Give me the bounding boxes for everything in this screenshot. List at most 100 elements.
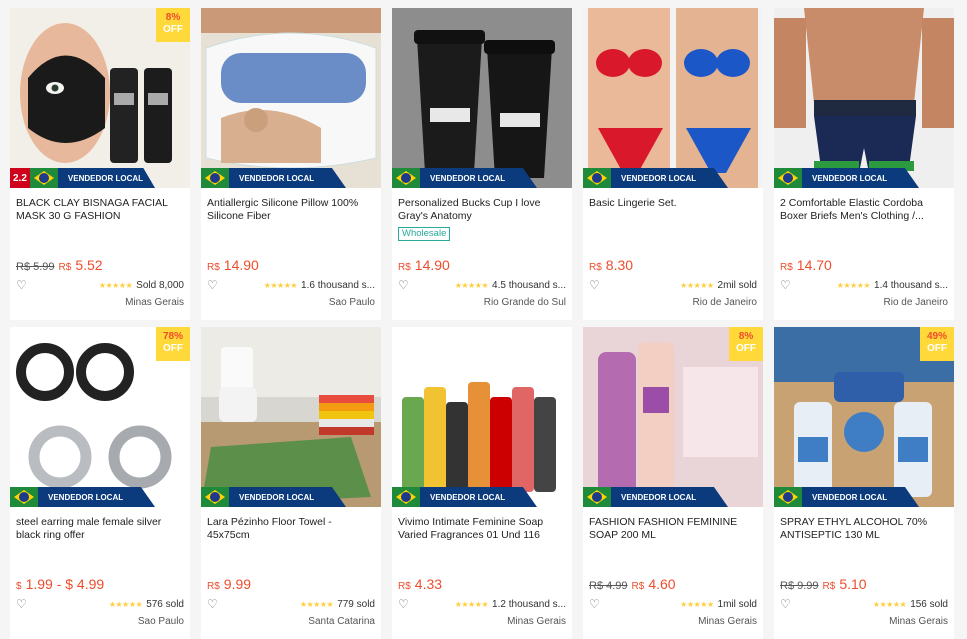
currency-symbol: R$: [780, 262, 793, 273]
product-image[interactable]: VENDEDOR LOCAL: [774, 8, 954, 188]
seller-label: VENDEDOR LOCAL: [229, 168, 346, 188]
product-image[interactable]: VENDEDOR LOCAL: [392, 327, 572, 507]
product-card[interactable]: 8% OFF 2.2 VENDEDOR LOCAL BLACK CLAY BIS…: [10, 8, 190, 320]
product-title[interactable]: Basic Lingerie Set.: [589, 197, 757, 223]
seller-location: Rio de Janeiro: [692, 297, 757, 308]
rating-stars-icon: ★★★★★: [263, 280, 298, 290]
product-card[interactable]: VENDEDOR LOCAL Basic Lingerie Set. R$ 8.…: [583, 8, 763, 320]
towel-product-image: [201, 327, 381, 507]
sold-count: 1.6 thousand s...: [301, 279, 375, 291]
discount-off-label: OFF: [163, 24, 183, 35]
brazil-flag-icon: [392, 168, 420, 188]
product-image[interactable]: 49% OFF VENDEDOR LOCAL: [774, 327, 954, 507]
currency-symbol: R$: [207, 262, 220, 273]
heart-icon[interactable]: ♡: [780, 279, 792, 291]
product-image[interactable]: VENDEDOR LOCAL: [201, 8, 381, 188]
local-seller-banner: VENDEDOR LOCAL: [392, 168, 537, 188]
product-title[interactable]: Personalized Bucks Cup I love Gray's Ana…: [398, 197, 566, 223]
product-title[interactable]: FASHION FASHION FEMININE SOAP 200 ML: [589, 516, 757, 542]
heart-icon[interactable]: ♡: [16, 598, 28, 610]
current-price: 8.30: [605, 257, 634, 273]
rating-stars-icon: ★★★★★: [454, 599, 489, 609]
product-title[interactable]: Antiallergic Silicone Pillow 100% Silico…: [207, 197, 375, 223]
local-seller-banner: VENDEDOR LOCAL: [583, 168, 728, 188]
stats-row: ♡ ★★★★★ 1.4 thousand s...: [780, 279, 948, 291]
price-row: R$ 9.99: [207, 576, 251, 592]
product-card[interactable]: 49% OFF VENDEDOR LOCAL SPRAY ETHYL ALCOH…: [774, 327, 954, 639]
product-title[interactable]: BLACK CLAY BISNAGA FACIAL MASK 30 G FASH…: [16, 197, 184, 223]
seller-label: VENDEDOR LOCAL: [802, 487, 919, 507]
current-price: 9.99: [223, 576, 252, 592]
product-image[interactable]: VENDEDOR LOCAL: [583, 8, 763, 188]
brazil-flag-icon: [201, 487, 229, 507]
rating-stars-icon: ★★★★★: [680, 599, 714, 609]
heart-icon[interactable]: ♡: [589, 279, 601, 291]
currency-symbol: R$: [822, 581, 836, 592]
local-seller-banner: VENDEDOR LOCAL: [10, 487, 155, 507]
product-image[interactable]: 8% OFF VENDEDOR LOCAL: [583, 327, 763, 507]
currency-symbol: R$: [589, 262, 602, 273]
product-title[interactable]: Vivimo Intimate Feminine Soap Varied Fra…: [398, 516, 566, 542]
seller-label: VENDEDOR LOCAL: [611, 487, 728, 507]
current-price: 14.70: [796, 257, 832, 273]
currency-symbol: R$: [207, 581, 220, 592]
local-seller-banner: VENDEDOR LOCAL: [774, 487, 919, 507]
product-card[interactable]: VENDEDOR LOCAL Vivimo Intimate Feminine …: [392, 327, 572, 639]
current-price: 1.99 - $ 4.99: [25, 576, 105, 592]
lingerie-product-image: [583, 8, 763, 188]
product-card[interactable]: VENDEDOR LOCAL 2 Comfortable Elastic Cor…: [774, 8, 954, 320]
product-title[interactable]: 2 Comfortable Elastic Cordoba Boxer Brie…: [780, 197, 948, 223]
boxer-product-image: [774, 8, 954, 188]
currency-symbol: R$: [398, 262, 411, 273]
product-card[interactable]: 8% OFF VENDEDOR LOCAL FASHION FASHION FE…: [583, 327, 763, 639]
local-seller-banner: VENDEDOR LOCAL: [392, 487, 537, 507]
heart-icon[interactable]: ♡: [207, 279, 219, 291]
seller-label: VENDEDOR LOCAL: [38, 487, 155, 507]
product-image[interactable]: VENDEDOR LOCAL: [201, 327, 381, 507]
product-title[interactable]: SPRAY ETHYL ALCOHOL 70% ANTISEPTIC 130 M…: [780, 516, 948, 542]
seller-location: Santa Catarina: [308, 616, 375, 627]
stats-row: ♡ ★★★★★ Sold 8,000: [16, 279, 184, 291]
stats-row: ♡ ★★★★★ 2mil sold: [589, 279, 757, 291]
brazil-flag-icon: [583, 487, 611, 507]
heart-icon[interactable]: ♡: [589, 598, 601, 610]
brazil-flag-icon: [201, 168, 229, 188]
heart-icon[interactable]: ♡: [207, 598, 219, 610]
original-price: R$ 5.99: [16, 261, 55, 273]
promo-tag: 2.2: [10, 168, 30, 188]
product-grid: 8% OFF 2.2 VENDEDOR LOCAL BLACK CLAY BIS…: [10, 8, 954, 639]
product-image[interactable]: 8% OFF 2.2 VENDEDOR LOCAL: [10, 8, 190, 188]
price-row: R$ 8.30: [589, 257, 633, 273]
discount-value: 8%: [165, 12, 181, 23]
current-price: 5.52: [75, 257, 103, 273]
heart-icon[interactable]: ♡: [398, 598, 410, 610]
heart-icon[interactable]: ♡: [780, 598, 792, 610]
product-card[interactable]: VENDEDOR LOCAL Lara Pézinho Floor Towel …: [201, 327, 381, 639]
product-title[interactable]: steel earring male female silver black r…: [16, 516, 184, 542]
wholesale-badge: Wholesale: [398, 227, 451, 241]
brazil-flag-icon: [774, 487, 802, 507]
price-row: R$ 9.99 R$ 5.10: [780, 576, 867, 592]
stats-row: ♡ ★★★★★ 1.6 thousand s...: [207, 279, 375, 291]
brazil-flag-icon: [29, 168, 58, 188]
local-seller-banner: VENDEDOR LOCAL: [774, 168, 919, 188]
local-seller-banner: 2.2 VENDEDOR LOCAL: [10, 168, 155, 188]
current-price: 5.10: [839, 576, 867, 592]
stats-row: ♡ ★★★★★ 1mil sold: [589, 598, 757, 610]
product-card[interactable]: VENDEDOR LOCAL Antiallergic Silicone Pil…: [201, 8, 381, 320]
product-image[interactable]: VENDEDOR LOCAL: [392, 8, 572, 188]
sold-count: 4.5 thousand s...: [492, 279, 566, 291]
price-row: R$ 4.99 R$ 4.60: [589, 576, 676, 592]
original-price: R$ 9.99: [780, 580, 819, 592]
heart-icon[interactable]: ♡: [16, 279, 28, 291]
seller-label: VENDEDOR LOCAL: [420, 168, 537, 188]
product-card[interactable]: VENDEDOR LOCAL Personalized Bucks Cup I …: [392, 8, 572, 320]
heart-icon[interactable]: ♡: [398, 279, 410, 291]
product-image[interactable]: 78% OFF VENDEDOR LOCAL: [10, 327, 190, 507]
product-card[interactable]: 78% OFF VENDEDOR LOCAL steel earring mal…: [10, 327, 190, 639]
stats-row: ♡ ★★★★★ 779 sold: [207, 598, 375, 610]
rating-stars-icon: ★★★★★: [836, 280, 871, 290]
discount-value: 78%: [162, 331, 183, 342]
product-title[interactable]: Lara Pézinho Floor Towel - 45x75cm: [207, 516, 375, 542]
sold-count: 1.2 thousand s...: [492, 598, 566, 610]
